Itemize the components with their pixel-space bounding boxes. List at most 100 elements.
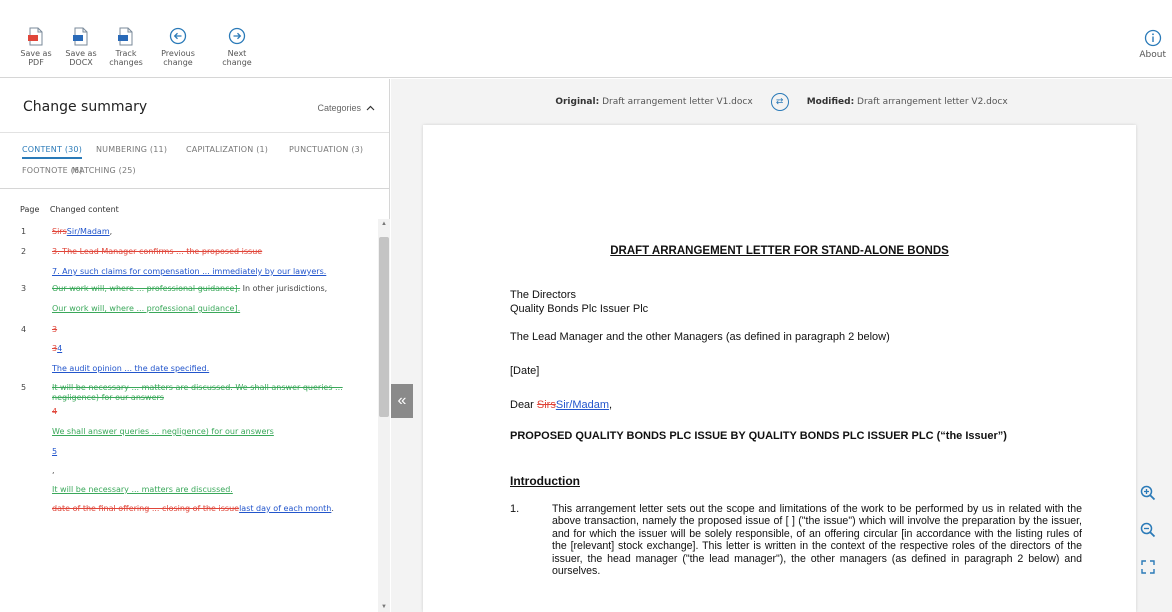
- change-summary-header: Change summary Categories: [0, 79, 389, 133]
- scroll-up-arrow-icon[interactable]: ▲: [381, 221, 387, 227]
- next-change-label: Next change: [222, 49, 252, 67]
- save-as-docx-button[interactable]: Save as DOCX: [61, 26, 101, 67]
- zoom-out-icon: [1140, 522, 1156, 538]
- change-text: 3: [52, 325, 352, 335]
- change-fragment: We shall answer queries ... negligence) …: [52, 427, 274, 436]
- change-fragment: 5: [52, 447, 58, 456]
- toolbar: Save as PDF Save as DOCX Track changes P…: [0, 0, 1172, 78]
- deleted-text[interactable]: Sirs: [537, 399, 556, 411]
- change-summary-title: Change summary: [23, 99, 148, 115]
- addressee-company: Quality Bonds Plc Issuer Plc: [510, 303, 649, 315]
- expand-icon: [1141, 560, 1155, 574]
- save-as-docx-label: Save as DOCX: [65, 49, 97, 67]
- scrollbar-thumb[interactable]: [379, 237, 389, 417]
- document-page[interactable]: DRAFT ARRANGEMENT LETTER FOR STAND-ALONE…: [423, 125, 1136, 612]
- letter-date: [Date]: [510, 365, 540, 377]
- save-as-pdf-button[interactable]: Save as PDF: [16, 26, 56, 67]
- change-fragment: Sirs: [52, 227, 67, 236]
- collapse-panel-button[interactable]: «: [391, 384, 413, 418]
- change-text: Our work will, where ... professional gu…: [52, 304, 352, 314]
- change-page-number: 2: [21, 247, 27, 256]
- track-changes-icon: [117, 26, 135, 46]
- salutation: Dear SirsSir/Madam,: [510, 399, 613, 411]
- change-fragment: It will be necessary ... matters are dis…: [52, 383, 343, 402]
- change-fragment: It will be necessary ... matters are dis…: [52, 485, 233, 494]
- tab-matching[interactable]: MATCHING (25): [72, 166, 136, 175]
- change-fragment: The audit opinion ... the date specified…: [52, 364, 210, 373]
- change-page-number: 5: [21, 383, 27, 392]
- paragraph-number: 1.: [510, 503, 520, 515]
- change-fragment: 3. The Lead Manager confirms ... the pro…: [52, 247, 263, 256]
- change-text: 7. Any such claims for compensation ... …: [52, 267, 352, 277]
- document-viewer: Original: Draft arrangement letter V1.do…: [391, 79, 1172, 612]
- previous-change-button[interactable]: Previous change: [158, 26, 198, 67]
- double-chevron-left-icon: «: [397, 392, 407, 409]
- swap-files-icon[interactable]: ⇄: [770, 93, 789, 111]
- docx-file-icon: [72, 26, 90, 46]
- addressee-managers: The Lead Manager and the other Managers …: [510, 331, 890, 343]
- column-page: Page: [20, 205, 40, 214]
- tab-capitalization[interactable]: CAPITALIZATION (1): [186, 145, 268, 154]
- list-header: Page Changed content: [20, 205, 127, 214]
- arrow-right-circle-icon: [228, 26, 246, 46]
- change-text: 34: [52, 344, 352, 354]
- change-fragment: last day of each month: [239, 504, 332, 513]
- document-title: DRAFT ARRANGEMENT LETTER FOR STAND-ALONE…: [610, 245, 949, 257]
- change-fragment: .: [331, 504, 334, 513]
- fit-to-page-button[interactable]: [1134, 553, 1162, 581]
- zoom-in-button[interactable]: [1134, 479, 1162, 507]
- category-tabs: CONTENT (30) NUMBERING (11) CAPITALIZATI…: [0, 133, 389, 189]
- addressee-directors: The Directors: [510, 289, 577, 301]
- scroll-down-arrow-icon[interactable]: ▼: [381, 604, 387, 610]
- tab-content[interactable]: CONTENT (30): [22, 145, 83, 159]
- change-page-number: 1: [21, 227, 27, 236]
- change-text: We shall answer queries ... negligence) …: [52, 427, 352, 437]
- change-fragment: 4: [52, 407, 58, 416]
- change-fragment: date of the final offering ... closing o…: [52, 504, 240, 513]
- categories-toggle[interactable]: Categories: [317, 103, 375, 113]
- change-fragment: ,: [52, 466, 55, 475]
- about-button[interactable]: About: [1139, 28, 1166, 60]
- pdf-file-icon: [27, 26, 45, 46]
- change-text: SirsSir/Madam,: [52, 227, 352, 237]
- change-page-number: 4: [21, 325, 27, 334]
- original-filename: Draft arrangement letter V1.docx: [602, 97, 753, 107]
- arrow-left-circle-icon: [169, 26, 187, 46]
- categories-label: Categories: [317, 103, 361, 113]
- change-fragment: Our work will, where ... professional gu…: [52, 304, 241, 313]
- track-changes-label: Track changes: [109, 49, 143, 67]
- change-fragment: ,: [109, 227, 113, 236]
- next-change-button[interactable]: Next change: [217, 26, 257, 67]
- change-text: ,: [52, 466, 352, 476]
- tab-punctuation[interactable]: PUNCTUATION (3): [289, 145, 363, 154]
- change-text: It will be necessary ... matters are dis…: [52, 383, 352, 403]
- change-text: 5: [52, 447, 352, 457]
- zoom-in-icon: [1140, 485, 1156, 501]
- column-changed-content: Changed content: [49, 205, 119, 214]
- change-text: It will be necessary ... matters are dis…: [52, 485, 352, 495]
- info-icon: [1144, 28, 1162, 48]
- original-label: Original:: [555, 97, 600, 107]
- track-changes-button[interactable]: Track changes: [106, 26, 146, 67]
- change-text: 4: [52, 407, 352, 417]
- change-text: date of the final offering ... closing o…: [52, 504, 352, 514]
- save-as-pdf-label: Save as PDF: [20, 49, 52, 67]
- previous-change-label: Previous change: [161, 49, 195, 67]
- change-text: 3. The Lead Manager confirms ... the pro…: [52, 247, 352, 257]
- change-fragment: In other jurisdictions,: [240, 284, 328, 293]
- change-fragment: 4: [57, 344, 63, 353]
- letter-heading: PROPOSED QUALITY BONDS PLC ISSUE BY QUAL…: [510, 430, 1007, 442]
- introduction-heading: Introduction: [510, 474, 580, 488]
- tab-numbering[interactable]: NUMBERING (11): [96, 145, 167, 154]
- change-fragment: 7. Any such claims for compensation ... …: [52, 267, 327, 276]
- zoom-out-button[interactable]: [1134, 516, 1162, 544]
- chevron-up-icon: [366, 105, 375, 111]
- change-text: The audit opinion ... the date specified…: [52, 364, 352, 374]
- inserted-text[interactable]: Sir/Madam: [556, 399, 609, 411]
- change-list-scrollbar[interactable]: ▲ ▼: [378, 219, 390, 612]
- paragraph-text: This arrangement letter sets out the sco…: [552, 503, 1082, 578]
- modified-filename: Draft arrangement letter V2.docx: [857, 97, 1008, 107]
- about-label: About: [1139, 50, 1166, 60]
- change-page-number: 3: [21, 284, 27, 293]
- modified-label: Modified:: [806, 97, 855, 107]
